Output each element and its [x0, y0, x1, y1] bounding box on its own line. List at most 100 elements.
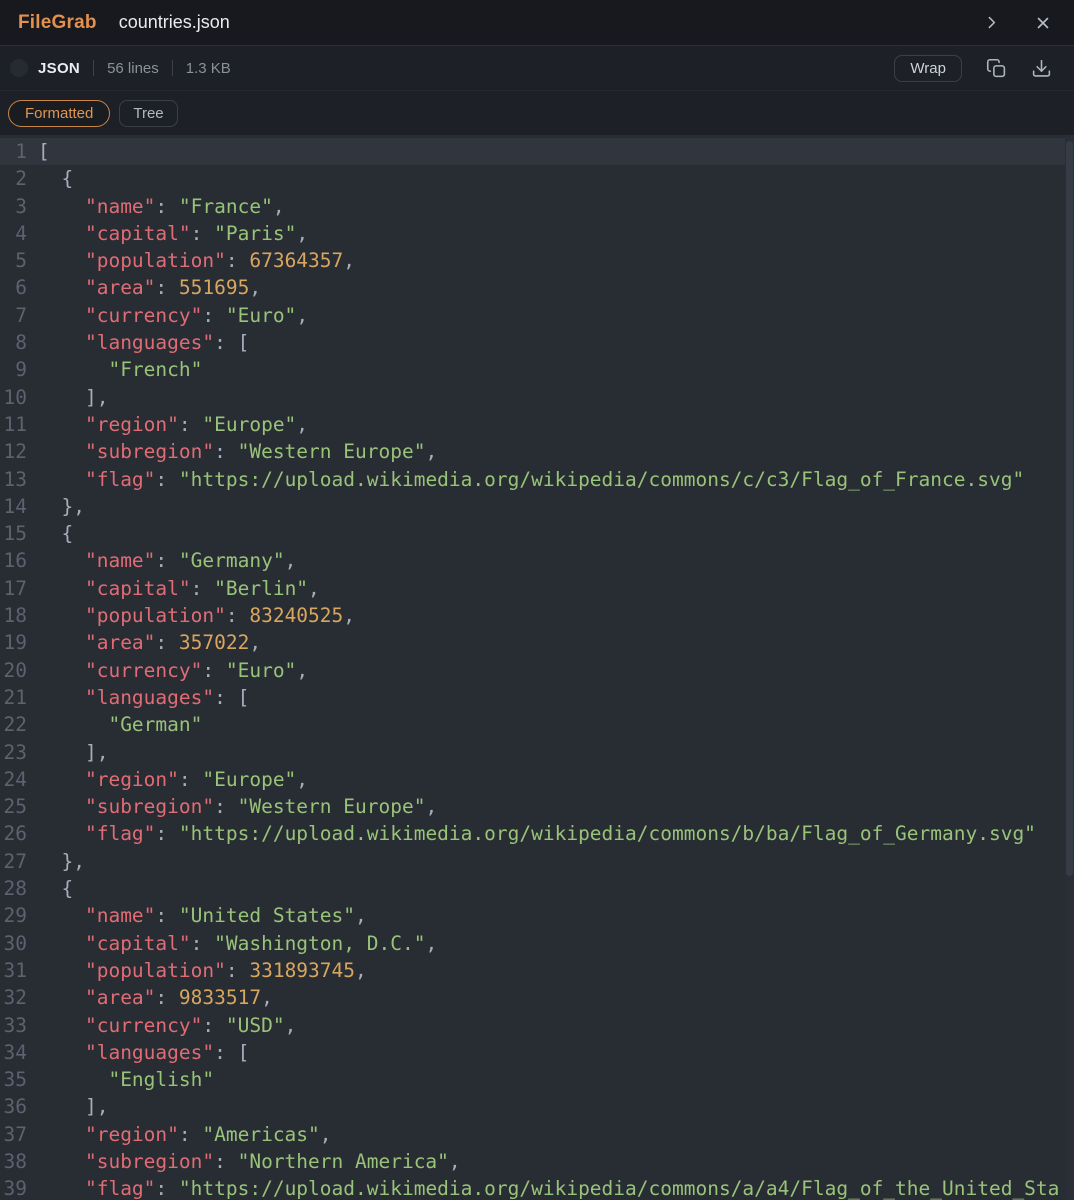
line-content: "name": "France", [84, 194, 285, 218]
line-content: "area": 551695, [84, 276, 262, 300]
line-number: 18 [3, 604, 27, 628]
code-line[interactable]: 26 "flag": "https://upload.wikimedia.org… [0, 820, 1074, 847]
download-icon[interactable] [1031, 58, 1052, 79]
copy-icon[interactable] [986, 58, 1007, 79]
code-line[interactable]: 10 ], [0, 384, 1074, 411]
line-number: 37 [3, 1122, 27, 1146]
code-line[interactable]: 5 "population": 67364357, [0, 247, 1074, 274]
code-line[interactable]: 24 "region": "Europe", [0, 766, 1074, 793]
code-line[interactable]: 19 "area": 357022, [0, 629, 1074, 656]
line-content: "currency": "Euro", [84, 658, 309, 682]
line-number: 8 [15, 331, 27, 355]
code-line[interactable]: 9 "French" [0, 356, 1074, 383]
line-number: 16 [3, 549, 27, 573]
line-number: 33 [3, 1013, 27, 1037]
tab-formatted[interactable]: Formatted [8, 99, 111, 127]
line-content: { [38, 877, 74, 901]
line-content: "languages": [ [84, 331, 250, 355]
line-content: "subregion": "Western Europe", [84, 795, 438, 819]
line-number: 2 [15, 167, 27, 191]
code-lines: 1[2 {3 "name": "France", 4 "capital": "Pa… [0, 138, 1074, 1200]
line-content: "flag": "https://upload.wikimedia.org/wi… [84, 822, 1036, 846]
code-line[interactable]: 20 "currency": "Euro", [0, 657, 1074, 684]
line-content: "currency": "USD", [84, 1013, 297, 1037]
line-content: { [38, 167, 74, 191]
wrap-button[interactable]: Wrap [894, 54, 962, 82]
code-line[interactable]: 18 "population": 83240525, [0, 602, 1074, 629]
line-content: ], [38, 385, 109, 409]
code-line[interactable]: 1[ [0, 138, 1074, 166]
line-number: 13 [3, 467, 27, 491]
code-line[interactable]: 30 "capital": "Washington, D.C.", [0, 930, 1074, 957]
code-line[interactable]: 7 "currency": "Euro", [0, 302, 1074, 329]
code-line[interactable]: 32 "area": 9833517, [0, 984, 1074, 1011]
code-line[interactable]: 4 "capital": "Paris", [0, 220, 1074, 247]
file-size: 1.3 KB [185, 59, 231, 77]
line-number: 36 [3, 1095, 27, 1119]
line-number: 32 [3, 986, 27, 1010]
code-line[interactable]: 12 "subregion": "Western Europe", [0, 438, 1074, 465]
code-line[interactable]: 2 { [0, 165, 1074, 192]
line-content: "population": 83240525, [84, 604, 356, 628]
code-line[interactable]: 6 "area": 551695, [0, 274, 1074, 301]
line-number: 1 [15, 140, 27, 163]
line-content: "French" [108, 358, 203, 382]
code-line[interactable]: 21 "languages": [ [0, 684, 1074, 711]
code-line[interactable]: 31 "population": 331893745, [0, 957, 1074, 984]
code-line[interactable]: 14 }, [0, 493, 1074, 520]
code-line[interactable]: 3 "name": "France", [0, 193, 1074, 220]
code-line[interactable]: 13 "flag": "https://upload.wikimedia.org… [0, 466, 1074, 493]
line-number: 26 [3, 822, 27, 846]
view-mode-tabs: Formatted Tree [0, 91, 1074, 135]
code-line[interactable]: 27 }, [0, 848, 1074, 875]
code-line[interactable]: 8 "languages": [ [0, 329, 1074, 356]
line-number: 19 [3, 631, 27, 655]
line-number: 9 [15, 358, 27, 382]
line-content: "area": 9833517, [84, 986, 273, 1010]
code-line[interactable]: 25 "subregion": "Western Europe", [0, 793, 1074, 820]
line-content: ], [38, 740, 109, 764]
code-line[interactable]: 36 ], [0, 1093, 1074, 1120]
line-content: }, [38, 494, 85, 518]
meta-separator [93, 60, 95, 76]
code-line[interactable]: 17 "capital": "Berlin", [0, 575, 1074, 602]
line-number: 38 [3, 1149, 27, 1173]
line-number: 39 [3, 1177, 27, 1200]
code-line[interactable]: 33 "currency": "USD", [0, 1012, 1074, 1039]
scrollbar-thumb[interactable] [1066, 141, 1073, 876]
code-line[interactable]: 15 { [0, 520, 1074, 547]
line-content: "flag": "https://upload.wikimedia.org/wi… [84, 467, 1025, 491]
code-line[interactable]: 35 "English" [0, 1066, 1074, 1093]
chevron-right-icon[interactable] [983, 14, 1000, 31]
code-line[interactable]: 11 "region": "Europe", [0, 411, 1074, 438]
line-content: "region": "Europe", [84, 767, 309, 791]
line-number: 25 [3, 795, 27, 819]
line-content: }, [38, 849, 85, 873]
code-line[interactable]: 29 "name": "United States", [0, 902, 1074, 929]
line-content: "languages": [ [84, 1040, 250, 1064]
line-number: 14 [3, 494, 27, 518]
line-number: 12 [3, 440, 27, 464]
tab-tree[interactable]: Tree [119, 99, 178, 127]
code-line[interactable]: 37 "region": "Americas", [0, 1121, 1074, 1148]
close-icon[interactable] [1034, 14, 1052, 32]
code-line[interactable]: 28 { [0, 875, 1074, 902]
code-line[interactable]: 39 "flag": "https://upload.wikimedia.org… [0, 1175, 1074, 1200]
file-type-label: JSON [38, 59, 81, 77]
line-content: "population": 67364357, [84, 249, 356, 273]
file-name: countries.json [118, 12, 230, 32]
line-content: "region": "Americas", [84, 1122, 332, 1146]
line-number: 7 [15, 303, 27, 327]
code-line[interactable]: 23 ], [0, 739, 1074, 766]
line-content: ], [38, 1095, 109, 1119]
code-line[interactable]: 38 "subregion": "Northern America", [0, 1148, 1074, 1175]
code-line[interactable]: 22 "German" [0, 711, 1074, 738]
line-content: "name": "Germany", [84, 549, 297, 573]
line-content: "capital": "Berlin", [84, 576, 320, 600]
code-line[interactable]: 16 "name": "Germany", [0, 547, 1074, 574]
code-line[interactable]: 34 "languages": [ [0, 1039, 1074, 1066]
line-number: 11 [3, 412, 27, 436]
line-number: 30 [3, 931, 27, 955]
line-number: 35 [3, 1068, 27, 1092]
line-content: "German" [108, 713, 203, 737]
